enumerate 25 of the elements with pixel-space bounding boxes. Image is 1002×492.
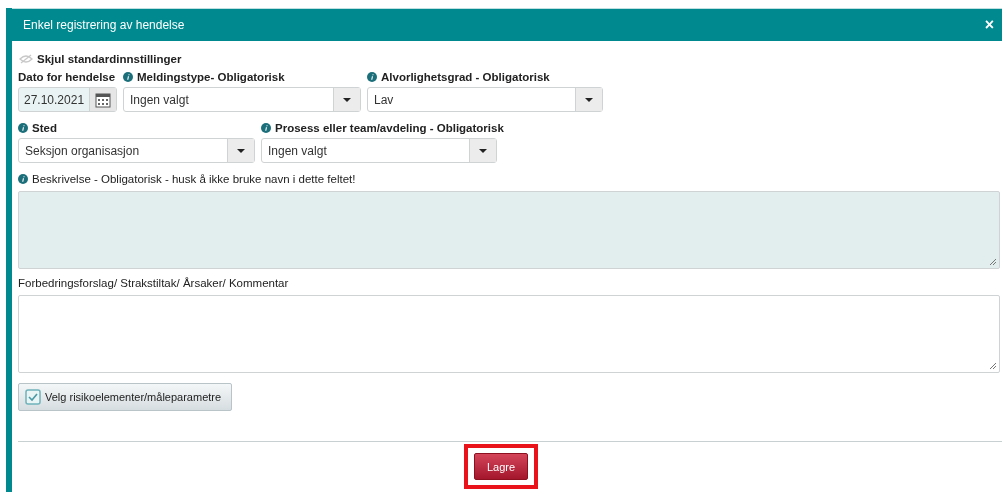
field-label: Forbedringsforslag/ Strakstiltak/ Årsaker/ Kommentar bbox=[18, 277, 289, 289]
field-label: Sted bbox=[32, 122, 57, 134]
caret-icon bbox=[237, 148, 245, 153]
resize-grip-icon[interactable] bbox=[989, 362, 997, 370]
field-label: Prosess eller team/avdeling - Obligatorisk bbox=[275, 122, 504, 134]
toggle-link[interactable]: Skjul standardinnstillinger bbox=[37, 53, 182, 65]
dialog-title: Enkel registrering av hendelse bbox=[23, 18, 185, 32]
caret-icon bbox=[479, 148, 487, 153]
field-label: Meldingstype- Obligatorisk bbox=[137, 71, 285, 83]
calendar-icon bbox=[95, 91, 111, 108]
hidden-eye-icon[interactable] bbox=[19, 54, 33, 64]
caret-icon bbox=[343, 97, 351, 102]
field-label: Beskrivelse - Obligatorisk - husk å ikke bruke navn i dette feltet! bbox=[32, 173, 356, 185]
caret-icon bbox=[585, 97, 593, 102]
dropdown[interactable]: Ingen valgt bbox=[261, 138, 497, 163]
resize-grip-icon[interactable] bbox=[989, 258, 997, 266]
dropdown[interactable]: Ingen valgt bbox=[123, 87, 361, 112]
option-button[interactable]: Velg risikoelementer/måleparametre bbox=[18, 383, 233, 411]
date-field[interactable]: 27.10.2021 bbox=[18, 87, 117, 112]
save-button[interactable]: Lagre bbox=[473, 453, 529, 480]
dropdown[interactable]: Seksjon organisasjon bbox=[18, 138, 255, 163]
dropdown[interactable]: Lav bbox=[367, 87, 603, 112]
field-label: Dato for hendelse bbox=[18, 71, 116, 83]
field-label: Alvorlighetsgrad - Obligatorisk bbox=[381, 71, 550, 83]
close-button[interactable]: × bbox=[984, 16, 994, 34]
